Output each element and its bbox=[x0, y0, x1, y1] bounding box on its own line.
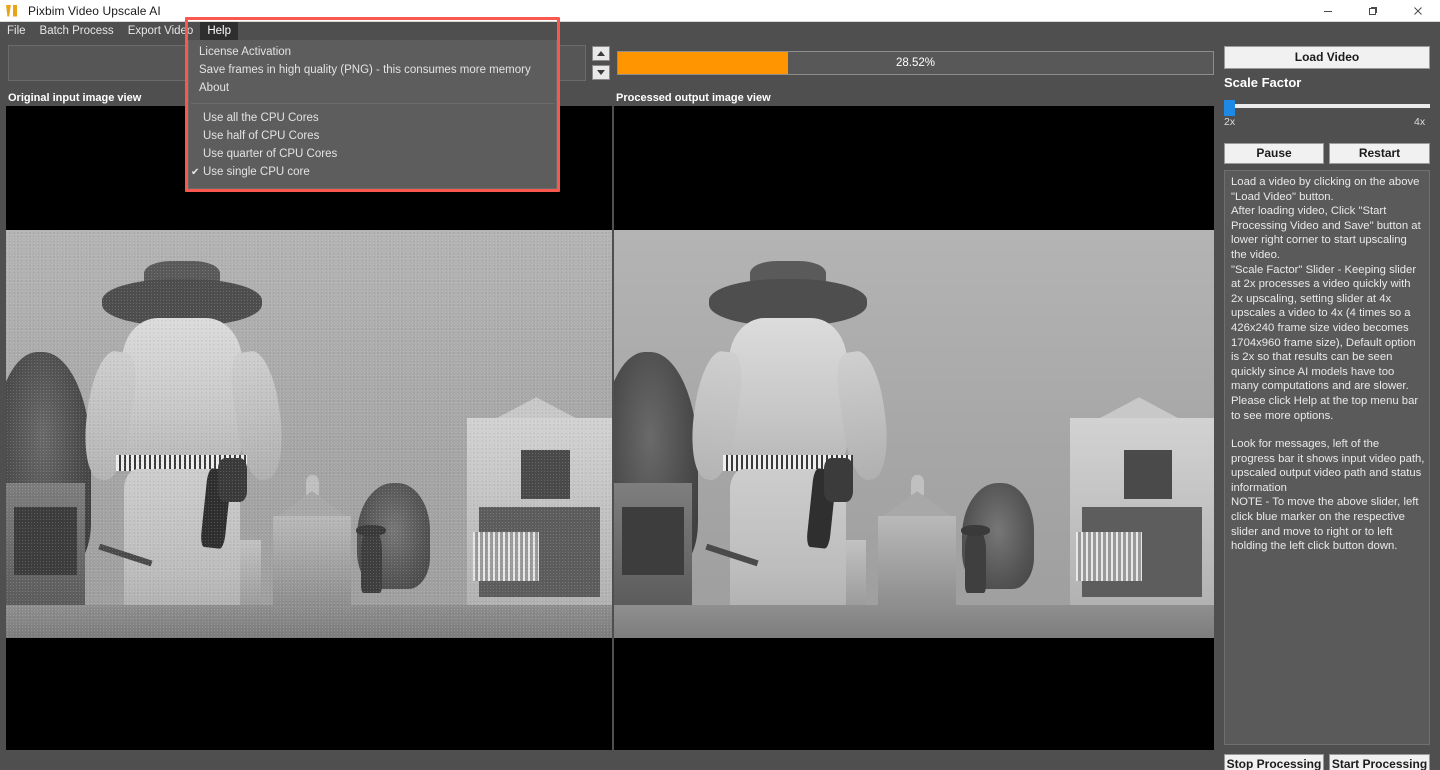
window-title: Pixbim Video Upscale AI bbox=[28, 4, 161, 18]
menu-option-save-frames-png[interactable]: Save frames in high quality (PNG) - this… bbox=[189, 61, 556, 79]
checkmark-icon: ✔ bbox=[191, 167, 202, 178]
progress-bar: 28.52% bbox=[617, 51, 1214, 75]
progress-bar-label: 28.52% bbox=[618, 52, 1213, 74]
slider-thumb[interactable] bbox=[1224, 100, 1235, 116]
instruction-spacer bbox=[1231, 423, 1425, 437]
slider-min-label: 2x bbox=[1224, 116, 1235, 128]
original-input-view-label: Original input image view bbox=[8, 92, 141, 104]
restart-button[interactable]: Restart bbox=[1329, 143, 1430, 164]
menu-option-license-activation[interactable]: License Activation bbox=[189, 43, 556, 61]
help-dropdown-menu: License Activation Save frames in high q… bbox=[188, 40, 557, 189]
menu-option-about[interactable]: About bbox=[189, 79, 556, 97]
menu-option-use-all-cpu-cores[interactable]: Use all the CPU Cores bbox=[189, 109, 556, 127]
menu-option-label: Use all the CPU Cores bbox=[203, 112, 319, 124]
instruction-paragraph: Please click Help at the top menu bar to… bbox=[1231, 394, 1425, 423]
value-stepper[interactable] bbox=[592, 46, 610, 80]
menu-option-label: Use half of CPU Cores bbox=[203, 130, 319, 142]
menu-option-use-half-cpu-cores[interactable]: Use half of CPU Cores bbox=[189, 127, 556, 145]
output-video-frame bbox=[614, 230, 1214, 638]
menu-option-label: Use quarter of CPU Cores bbox=[203, 148, 337, 160]
start-processing-video-and-save-button[interactable]: Start Processing Video and Save bbox=[1329, 754, 1430, 770]
scale-factor-label: Scale Factor bbox=[1224, 75, 1301, 90]
vu-logo-icon bbox=[5, 4, 21, 18]
instructions-panel: Load a video by clicking on the above "L… bbox=[1224, 170, 1430, 745]
instruction-paragraph: Look for messages, left of the progress … bbox=[1231, 437, 1425, 495]
maximize-icon[interactable] bbox=[1350, 0, 1395, 22]
menu-option-label: Use single CPU core bbox=[203, 166, 310, 178]
title-bar: Pixbim Video Upscale AI bbox=[0, 0, 1440, 22]
original-input-image-view[interactable] bbox=[6, 106, 612, 750]
menu-item-help[interactable]: Help bbox=[200, 22, 238, 40]
processed-output-image-view[interactable] bbox=[614, 106, 1214, 750]
window-controls bbox=[1305, 0, 1440, 22]
input-video-frame bbox=[6, 230, 612, 638]
application-window: Pixbim Video Upscale AI File Batch Proce… bbox=[0, 0, 1440, 770]
stop-processing-video-button[interactable]: Stop Processing Video bbox=[1224, 754, 1324, 770]
instruction-paragraph: NOTE - To move the above slider, left cl… bbox=[1231, 495, 1425, 553]
pause-button[interactable]: Pause bbox=[1224, 143, 1324, 164]
menu-item-batch-process[interactable]: Batch Process bbox=[33, 22, 121, 40]
menu-item-file[interactable]: File bbox=[0, 22, 33, 40]
instruction-paragraph: Load a video by clicking on the above "L… bbox=[1231, 175, 1425, 204]
slider-max-label: 4x bbox=[1414, 116, 1425, 128]
menu-item-export-video[interactable]: Export Video bbox=[121, 22, 201, 40]
menu-bar: File Batch Process Export Video Help bbox=[0, 22, 1440, 40]
stepper-up-icon[interactable] bbox=[592, 46, 610, 61]
menu-option-use-single-cpu-core[interactable]: ✔ Use single CPU core bbox=[189, 163, 556, 181]
instruction-paragraph: After loading video, Click "Start Proces… bbox=[1231, 204, 1425, 262]
scale-factor-slider[interactable] bbox=[1224, 100, 1430, 112]
control-sidebar: Load Video Scale Factor 2x 4x Pause Rest… bbox=[1218, 42, 1440, 770]
slider-track[interactable] bbox=[1224, 104, 1430, 108]
load-video-button[interactable]: Load Video bbox=[1224, 46, 1430, 69]
menu-option-use-quarter-cpu-cores[interactable]: Use quarter of CPU Cores bbox=[189, 145, 556, 163]
instruction-paragraph: "Scale Factor" Slider - Keeping slider a… bbox=[1231, 263, 1425, 394]
minimize-icon[interactable] bbox=[1305, 0, 1350, 22]
close-icon[interactable] bbox=[1395, 0, 1440, 22]
processed-output-view-label: Processed output image view bbox=[616, 92, 771, 104]
menu-separator bbox=[191, 103, 554, 104]
stepper-down-icon[interactable] bbox=[592, 65, 610, 80]
